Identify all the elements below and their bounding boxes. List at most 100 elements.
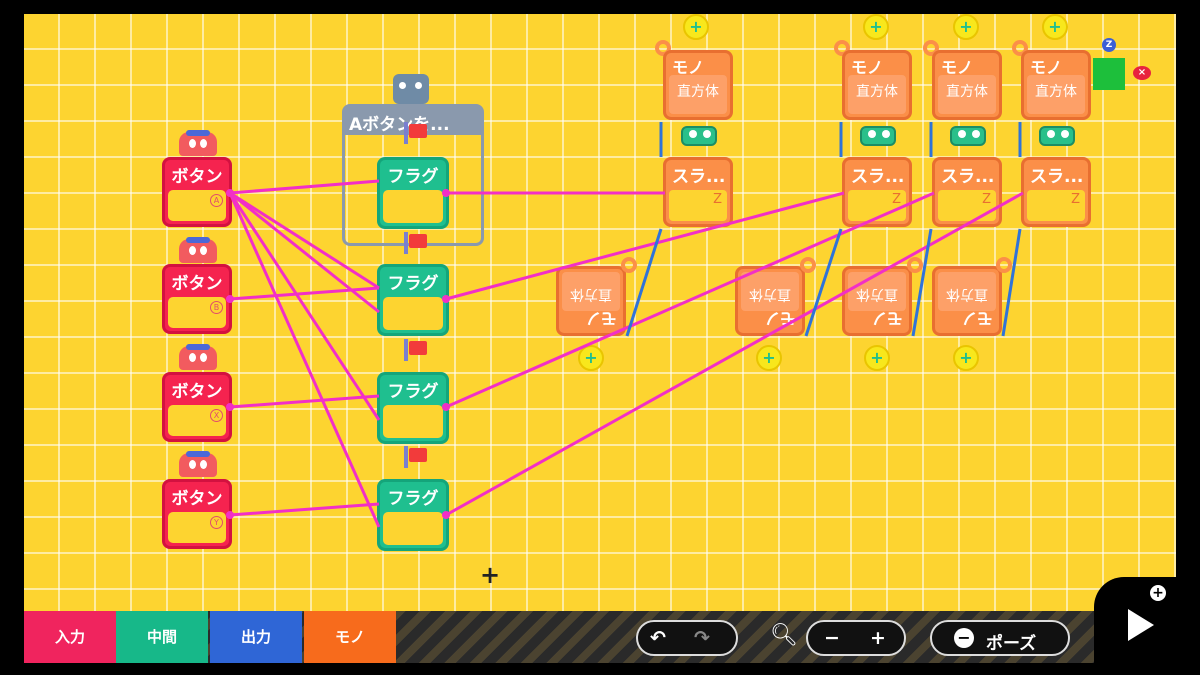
node-title: モノ (870, 309, 903, 328)
button-node-y[interactable]: ボタン Y (162, 479, 232, 549)
node-title: スラ... (1030, 167, 1084, 187)
node-title: スラ... (851, 167, 905, 187)
slider-nodon-face (1039, 126, 1075, 146)
button-nodon-face (179, 130, 217, 156)
node-title: モノ (584, 309, 617, 328)
object-node-1[interactable]: モノ 直方体 (663, 50, 733, 120)
node-title: フラグ (387, 167, 439, 187)
slider-nodon-face (681, 126, 717, 146)
node-title: スラ... (941, 167, 995, 187)
object-nodon-head: + (863, 14, 889, 40)
node-title: スラ... (672, 167, 726, 187)
port-b-label: B (210, 301, 223, 314)
object-nodon-head: + (953, 14, 979, 40)
button-node-a[interactable]: ボタン A (162, 157, 232, 227)
node-subtitle: 直方体 (856, 84, 898, 100)
tab-object[interactable]: モノ (304, 611, 396, 663)
zoom-in-button[interactable]: + (870, 627, 886, 649)
group-label: Aボタンを... (349, 115, 450, 135)
axis-label: Z (1071, 192, 1080, 207)
curl-hook (907, 257, 923, 273)
object-node-4[interactable]: モノ 直方体 (1021, 50, 1091, 120)
button-node-x[interactable]: ボタン X (162, 372, 232, 442)
slider-nodon-face (860, 126, 896, 146)
play-icon (1128, 609, 1154, 641)
node-title: ボタン (171, 489, 223, 509)
curl-hook (996, 257, 1012, 273)
node-subtitle: 直方体 (946, 286, 988, 302)
node-subtitle: 直方体 (856, 286, 898, 302)
cursor-crosshair-icon: + (480, 561, 501, 589)
object-node-flipped-1[interactable]: モノ 直方体 (556, 266, 626, 336)
button-node-b[interactable]: ボタン B (162, 264, 232, 334)
node-title: ボタン (171, 382, 223, 402)
flag-node-4[interactable]: フラグ (377, 479, 449, 551)
zoom-group: − + (806, 620, 906, 656)
port-x-label: X (210, 409, 223, 422)
object-node-flipped-4[interactable]: モノ 直方体 (932, 266, 1002, 336)
flag-node-3[interactable]: フラグ (377, 372, 449, 444)
button-nodon-face (179, 344, 217, 370)
undo-redo-group: ↶ ↷ (636, 620, 738, 656)
plus-icon: + (1150, 585, 1166, 601)
node-title: ボタン (171, 167, 223, 187)
node-title: モノ (763, 309, 796, 328)
object-nodon-head: + (1042, 14, 1068, 40)
flag-icon (402, 339, 428, 361)
port-y-label: Y (210, 516, 223, 529)
object-node-2[interactable]: モノ 直方体 (842, 50, 912, 120)
object-nodon-head: + (756, 345, 782, 371)
object-node-flipped-2[interactable]: モノ 直方体 (735, 266, 805, 336)
redo-icon[interactable]: ↷ (694, 627, 710, 649)
node-subtitle: 直方体 (1035, 84, 1077, 100)
curl-hook (800, 257, 816, 273)
green-object-marker[interactable] (1093, 58, 1125, 90)
slider-nodon-face (950, 126, 986, 146)
object-nodon-head: + (578, 345, 604, 371)
flag-icon (402, 232, 428, 254)
node-title: ボタン (171, 274, 223, 294)
play-button[interactable]: + (1094, 577, 1200, 675)
z-axis-marker-icon: Z (1102, 38, 1116, 52)
object-nodon-head: + (864, 345, 890, 371)
tab-input[interactable]: 入力 (24, 611, 116, 663)
button-nodon-face (179, 451, 217, 477)
node-title: フラグ (387, 274, 439, 294)
axis-label: Z (892, 192, 901, 207)
pause-button[interactable]: − ポーズ (930, 620, 1070, 656)
flag-node-2[interactable]: フラグ (377, 264, 449, 336)
game-screen: ボタン A ボタン B ボタン X ボタン Y Aボタンを... フラグ フラグ… (0, 0, 1200, 675)
flag-node-1[interactable]: フラグ (377, 157, 449, 229)
group-nodon-face (393, 74, 429, 104)
flag-icon (402, 122, 428, 144)
bottom-toolbar: 入力 中間 出力 モノ ↶ ↷ 🔍︎ − + − ポーズ (24, 611, 1094, 663)
x-axis-marker-icon: × (1133, 66, 1151, 80)
minus-circle-icon: − (954, 628, 974, 648)
zoom-out-button[interactable]: − (824, 627, 840, 649)
axis-label: Z (713, 192, 722, 207)
node-title: モノ (960, 309, 993, 328)
object-node-flipped-3[interactable]: モノ 直方体 (842, 266, 912, 336)
object-nodon-head: + (683, 14, 709, 40)
node-subtitle: 直方体 (946, 84, 988, 100)
undo-icon[interactable]: ↶ (650, 627, 666, 649)
curl-hook (621, 257, 637, 273)
object-nodon-head: + (953, 345, 979, 371)
slider-node-4[interactable]: スラ... Z (1021, 157, 1091, 227)
node-subtitle: 直方体 (749, 286, 791, 302)
node-title: フラグ (387, 489, 439, 509)
slider-node-1[interactable]: スラ... Z (663, 157, 733, 227)
port-a-label: A (210, 194, 223, 207)
button-nodon-face (179, 237, 217, 263)
magnifier-icon: 🔍︎ (770, 623, 798, 648)
tab-middle[interactable]: 中間 (116, 611, 208, 663)
pause-label: ポーズ (986, 634, 1037, 654)
node-subtitle: 直方体 (570, 286, 612, 302)
object-node-3[interactable]: モノ 直方体 (932, 50, 1002, 120)
flag-icon (402, 446, 428, 468)
slider-node-3[interactable]: スラ... Z (932, 157, 1002, 227)
tab-output[interactable]: 出力 (210, 611, 302, 663)
node-title: フラグ (387, 382, 439, 402)
slider-node-2[interactable]: スラ... Z (842, 157, 912, 227)
axis-label: Z (982, 192, 991, 207)
